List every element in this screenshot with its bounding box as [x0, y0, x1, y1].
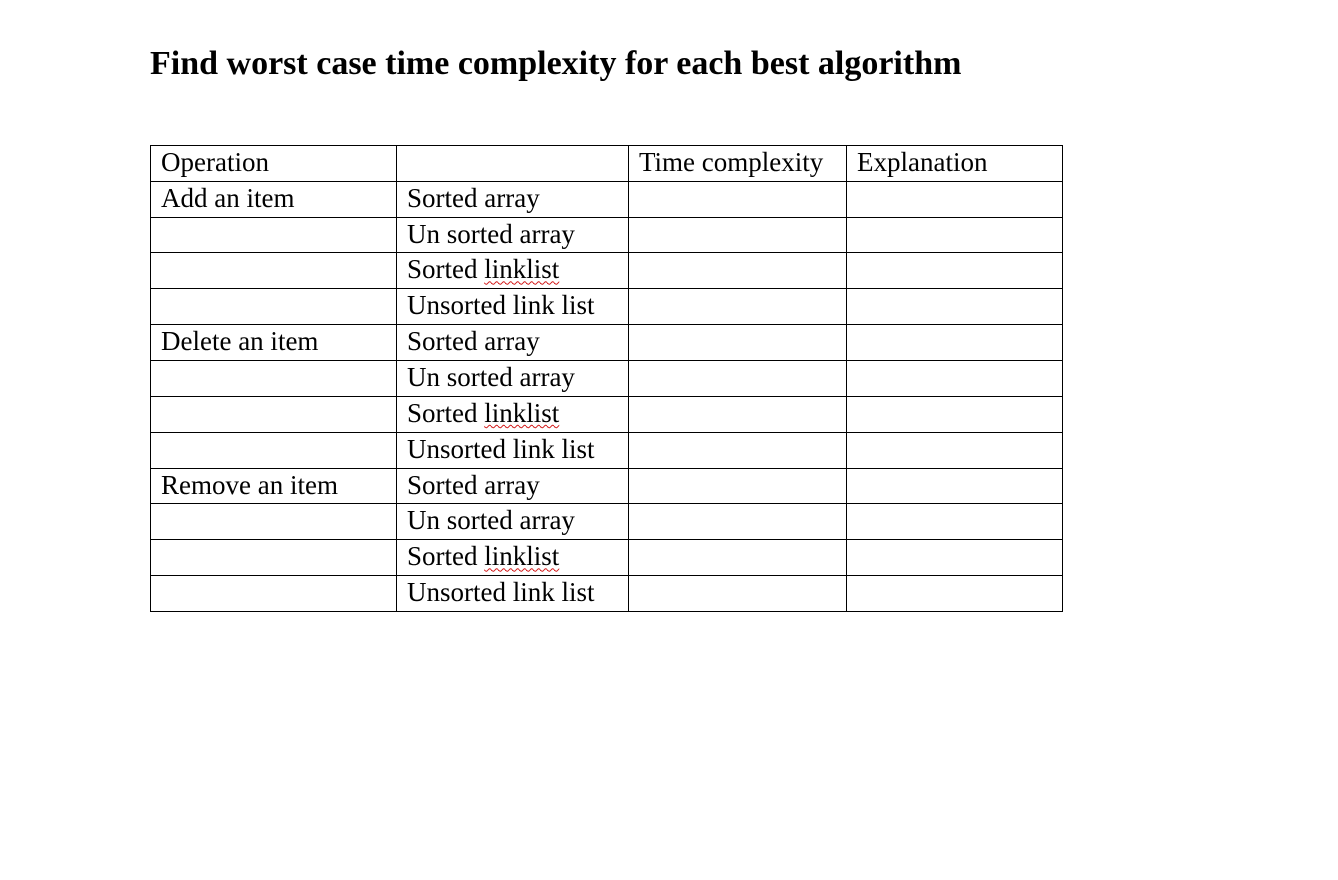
- cell-explanation: [847, 325, 1063, 361]
- cell-operation: [151, 289, 397, 325]
- cell-operation: Add an item: [151, 181, 397, 217]
- text-fragment: Sorted: [407, 398, 484, 428]
- cell-time-complexity: [629, 253, 847, 289]
- cell-explanation: [847, 432, 1063, 468]
- cell-operation: [151, 432, 397, 468]
- table-row: Remove an itemSorted array: [151, 468, 1063, 504]
- cell-datastructure: Sorted array: [397, 468, 629, 504]
- cell-operation: [151, 217, 397, 253]
- cell-time-complexity: [629, 360, 847, 396]
- col-header-time-complexity: Time complexity: [629, 145, 847, 181]
- complexity-table: OperationTime complexityExplanationAdd a…: [150, 145, 1063, 612]
- cell-time-complexity: [629, 217, 847, 253]
- cell-operation: Remove an item: [151, 468, 397, 504]
- cell-datastructure: Un sorted array: [397, 504, 629, 540]
- table-row: Un sorted array: [151, 217, 1063, 253]
- cell-explanation: [847, 396, 1063, 432]
- cell-operation: [151, 396, 397, 432]
- cell-datastructure: Sorted linklist: [397, 396, 629, 432]
- text-fragment: Sorted: [407, 541, 484, 571]
- table-row: Un sorted array: [151, 504, 1063, 540]
- table-row: Un sorted array: [151, 360, 1063, 396]
- text-fragment: Sorted: [407, 254, 484, 284]
- cell-time-complexity: [629, 181, 847, 217]
- cell-explanation: [847, 576, 1063, 612]
- table-row: Delete an itemSorted array: [151, 325, 1063, 361]
- table-row: Unsorted link list: [151, 432, 1063, 468]
- table-row: Unsorted link list: [151, 576, 1063, 612]
- cell-operation: [151, 360, 397, 396]
- cell-explanation: [847, 217, 1063, 253]
- cell-operation: [151, 253, 397, 289]
- cell-explanation: [847, 360, 1063, 396]
- cell-datastructure: Unsorted link list: [397, 432, 629, 468]
- cell-time-complexity: [629, 540, 847, 576]
- cell-datastructure: Sorted array: [397, 325, 629, 361]
- cell-time-complexity: [629, 576, 847, 612]
- cell-time-complexity: [629, 396, 847, 432]
- table-row: Add an itemSorted array: [151, 181, 1063, 217]
- cell-explanation: [847, 253, 1063, 289]
- cell-datastructure: Un sorted array: [397, 217, 629, 253]
- cell-datastructure: Unsorted link list: [397, 289, 629, 325]
- cell-explanation: [847, 468, 1063, 504]
- table-header-row: Operation Time complexityExplanation: [151, 145, 1063, 181]
- cell-operation: [151, 504, 397, 540]
- cell-time-complexity: [629, 468, 847, 504]
- col-header-explanation: Explanation: [847, 145, 1063, 181]
- cell-time-complexity: [629, 504, 847, 540]
- spellcheck-underline: linklist: [484, 254, 559, 284]
- cell-explanation: [847, 289, 1063, 325]
- cell-operation: Delete an item: [151, 325, 397, 361]
- page-title: Find worst case time complexity for each…: [150, 44, 1188, 85]
- cell-explanation: [847, 504, 1063, 540]
- table-row: Sorted linklist: [151, 540, 1063, 576]
- cell-time-complexity: [629, 325, 847, 361]
- spellcheck-underline: linklist: [484, 541, 559, 571]
- cell-datastructure: Unsorted link list: [397, 576, 629, 612]
- cell-operation: [151, 576, 397, 612]
- cell-datastructure: Un sorted array: [397, 360, 629, 396]
- cell-time-complexity: [629, 289, 847, 325]
- cell-operation: [151, 540, 397, 576]
- col-header-operation: Operation: [151, 145, 397, 181]
- document-page: Find worst case time complexity for each…: [0, 0, 1338, 612]
- table-row: Sorted linklist: [151, 396, 1063, 432]
- cell-datastructure: Sorted array: [397, 181, 629, 217]
- cell-time-complexity: [629, 432, 847, 468]
- cell-datastructure: Sorted linklist: [397, 253, 629, 289]
- cell-datastructure: Sorted linklist: [397, 540, 629, 576]
- spellcheck-underline: linklist: [484, 398, 559, 428]
- cell-explanation: [847, 181, 1063, 217]
- col-header-datastructure: [397, 145, 629, 181]
- cell-explanation: [847, 540, 1063, 576]
- table-row: Unsorted link list: [151, 289, 1063, 325]
- table-row: Sorted linklist: [151, 253, 1063, 289]
